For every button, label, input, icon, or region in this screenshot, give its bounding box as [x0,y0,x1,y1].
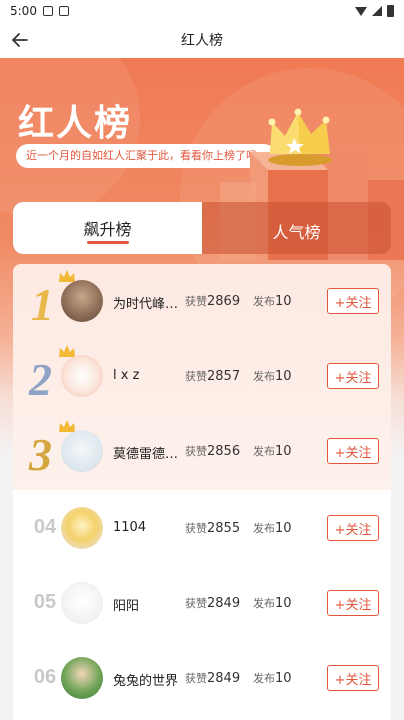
likes-count: 获赞2855 [185,521,241,536]
rank-2-badge: 2 [28,354,52,401]
page-title: 红人榜 [181,33,223,49]
posts-count: 发布10 [253,671,292,686]
nav-bar: 红人榜 [0,22,404,58]
battery-icon [387,5,394,17]
likes-count: 获赞2857 [185,369,241,384]
posts-count: 发布10 [253,369,292,384]
rank-number: 04 [33,516,57,538]
likes-count: 获赞2849 [185,596,241,611]
arrow-left-icon [12,33,28,47]
user-name[interactable]: 为时代峰… [113,293,183,312]
list-item[interactable]: 3 莫德雷德… 获赞2856 发布10 +关注 [13,414,391,489]
list-item[interactable]: 2 l x z 获赞2857 发布10 +关注 [13,339,391,414]
crown-icon [59,345,75,357]
rank-number: 05 [33,591,57,613]
list-item[interactable]: 05 阳阳 获赞2849 发布10 +关注 [13,565,391,640]
tab-rising[interactable]: 飙升榜 [13,202,202,254]
notification-icon [58,6,69,16]
tab-label: 人气榜 [272,223,321,242]
ranking-list: 1 为时代峰… 获赞2869 发布10 +关注 2 l x z 获赞2857 发… [13,264,391,720]
hero-title: 红人榜 [18,103,133,144]
tab-popular[interactable]: 人气榜 [202,202,391,254]
list-item[interactable]: 1 为时代峰… 获赞2869 发布10 +关注 [13,264,391,339]
posts-count: 发布10 [253,444,292,459]
svg-text:3: 3 [28,429,52,476]
crown-icon [268,108,332,166]
follow-button[interactable]: +关注 [327,515,379,541]
ranking-tabs: 飙升榜 人气榜 [13,202,391,254]
follow-button[interactable]: +关注 [327,665,379,691]
avatar[interactable] [61,657,103,699]
user-name[interactable]: l x z [113,368,183,383]
rank-3-badge: 3 [28,429,52,476]
user-name[interactable]: 莫德雷德… [113,443,183,462]
user-name[interactable]: 1104 [113,520,183,535]
posts-count: 发布10 [253,596,292,611]
wifi-icon [355,6,367,16]
list-item[interactable]: 04 1104 获赞2855 发布10 +关注 [13,490,391,565]
posts-count: 发布10 [253,521,292,536]
likes-count: 获赞2856 [185,444,241,459]
crown-icon [59,420,75,432]
likes-count: 获赞2849 [185,671,241,686]
avatar[interactable] [61,355,103,397]
notification-icon [42,6,53,16]
follow-button[interactable]: +关注 [327,288,379,314]
svg-text:1: 1 [31,279,54,326]
avatar[interactable] [61,280,103,322]
avatar[interactable] [61,430,103,472]
status-bar: 5:00 [0,0,404,22]
signal-icon [372,6,382,16]
back-button[interactable] [6,26,34,54]
crown-icon [59,270,75,282]
posts-count: 发布10 [253,294,292,309]
follow-button[interactable]: +关注 [327,363,379,389]
likes-count: 获赞2869 [185,294,241,309]
rank-number: 06 [33,666,57,688]
rank-1-badge: 1 [31,279,54,326]
tab-label: 飙升榜 [83,220,132,239]
user-name[interactable]: 阳阳 [113,595,183,614]
user-name[interactable]: 兔兔的世界 [113,670,189,689]
status-time: 5:00 [10,4,37,18]
avatar[interactable] [61,582,103,624]
svg-text:2: 2 [28,354,52,401]
list-item[interactable]: 06 兔兔的世界 获赞2849 发布10 +关注 [13,640,391,715]
follow-button[interactable]: +关注 [327,438,379,464]
avatar[interactable] [61,507,103,549]
active-tab-indicator [86,241,129,244]
follow-button[interactable]: +关注 [327,590,379,616]
